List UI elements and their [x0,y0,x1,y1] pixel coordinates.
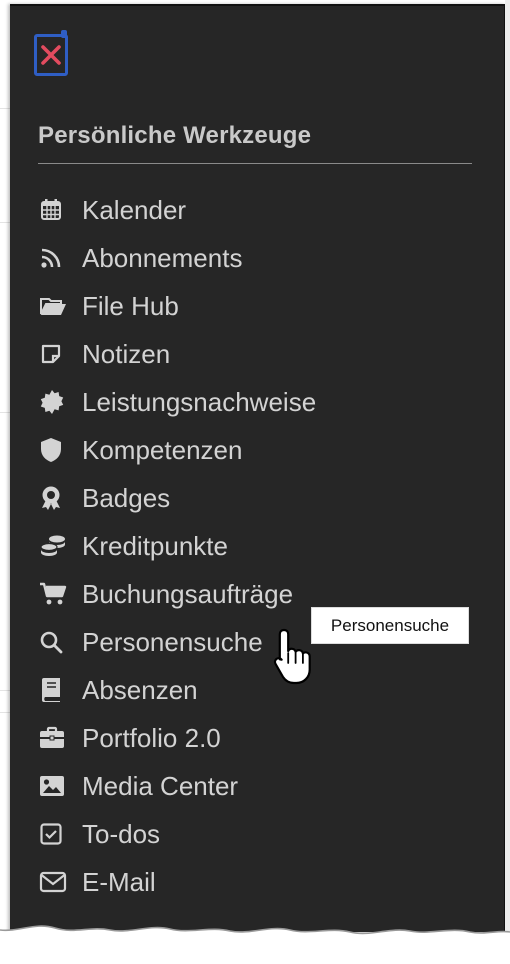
envelope-icon [39,858,71,906]
calendar-icon [39,186,71,234]
menu-item-label: Personensuche [82,626,263,657]
menu-item-portfolio[interactable]: Portfolio 2.0 [38,714,316,762]
rss-icon [39,234,71,282]
menu-item-label: Kreditpunkte [82,530,228,561]
menu-item-email[interactable]: E-Mail [38,858,316,906]
folder-open-icon [39,282,71,330]
image-icon [39,762,71,810]
menu-item-buchungsauftraege[interactable]: Buchungsaufträge [38,570,316,618]
menu-item-todos[interactable]: To-dos [38,810,316,858]
menu-item-kalender[interactable]: Kalender [38,186,316,234]
close-button-tab [61,30,67,38]
menu-item-file-hub[interactable]: File Hub [38,282,316,330]
menu-item-label: To-dos [82,818,161,849]
torn-paper-edge [0,925,510,964]
book-icon [39,666,71,714]
menu-item-media-center[interactable]: Media Center [38,762,316,810]
menu-item-label: Leistungsnachweise [82,386,317,417]
note-icon [39,330,71,378]
heading-divider [38,163,472,164]
close-button[interactable] [34,30,68,76]
search-icon [39,618,71,666]
menu-item-leistungsnachweise[interactable]: Leistungsnachweise [38,378,316,426]
menu-item-abonnements[interactable]: Abonnements [38,234,316,282]
checkbox-icon [39,810,71,858]
menu-item-label: Buchungsaufträge [82,578,294,609]
menu-item-label: Kalender [82,194,187,225]
tooltip: Personensuche [311,607,469,644]
tools-list: Kalender Abonnements File Hub Notizen Le… [38,186,316,906]
hand-cursor-icon [273,628,311,685]
menu-heading: Persönliche Werkzeuge [38,122,312,149]
page-right-edge [505,0,510,964]
close-icon [41,45,61,65]
coins-icon [39,522,71,570]
menu-item-label: Badges [82,482,171,513]
cart-icon [39,570,71,618]
menu-item-label: Portfolio 2.0 [82,722,221,753]
shield-icon [39,426,71,474]
menu-item-label: File Hub [82,290,179,321]
menu-item-kreditpunkte[interactable]: Kreditpunkte [38,522,316,570]
menu-item-label: Notizen [82,338,171,369]
personal-tools-menu: Persönliche Werkzeuge Kalender Abonnemen… [10,4,506,932]
menu-item-label: Absenzen [82,674,198,705]
menu-item-label: E-Mail [82,866,156,897]
menu-item-label: Kompetenzen [82,434,243,465]
certificate-icon [39,378,71,426]
award-icon [39,474,71,522]
menu-item-badges[interactable]: Badges [38,474,316,522]
menu-item-label: Abonnements [82,242,243,273]
briefcase-icon [39,714,71,762]
menu-item-notizen[interactable]: Notizen [38,330,316,378]
menu-item-label: Media Center [82,770,239,801]
menu-item-kompetenzen[interactable]: Kompetenzen [38,426,316,474]
